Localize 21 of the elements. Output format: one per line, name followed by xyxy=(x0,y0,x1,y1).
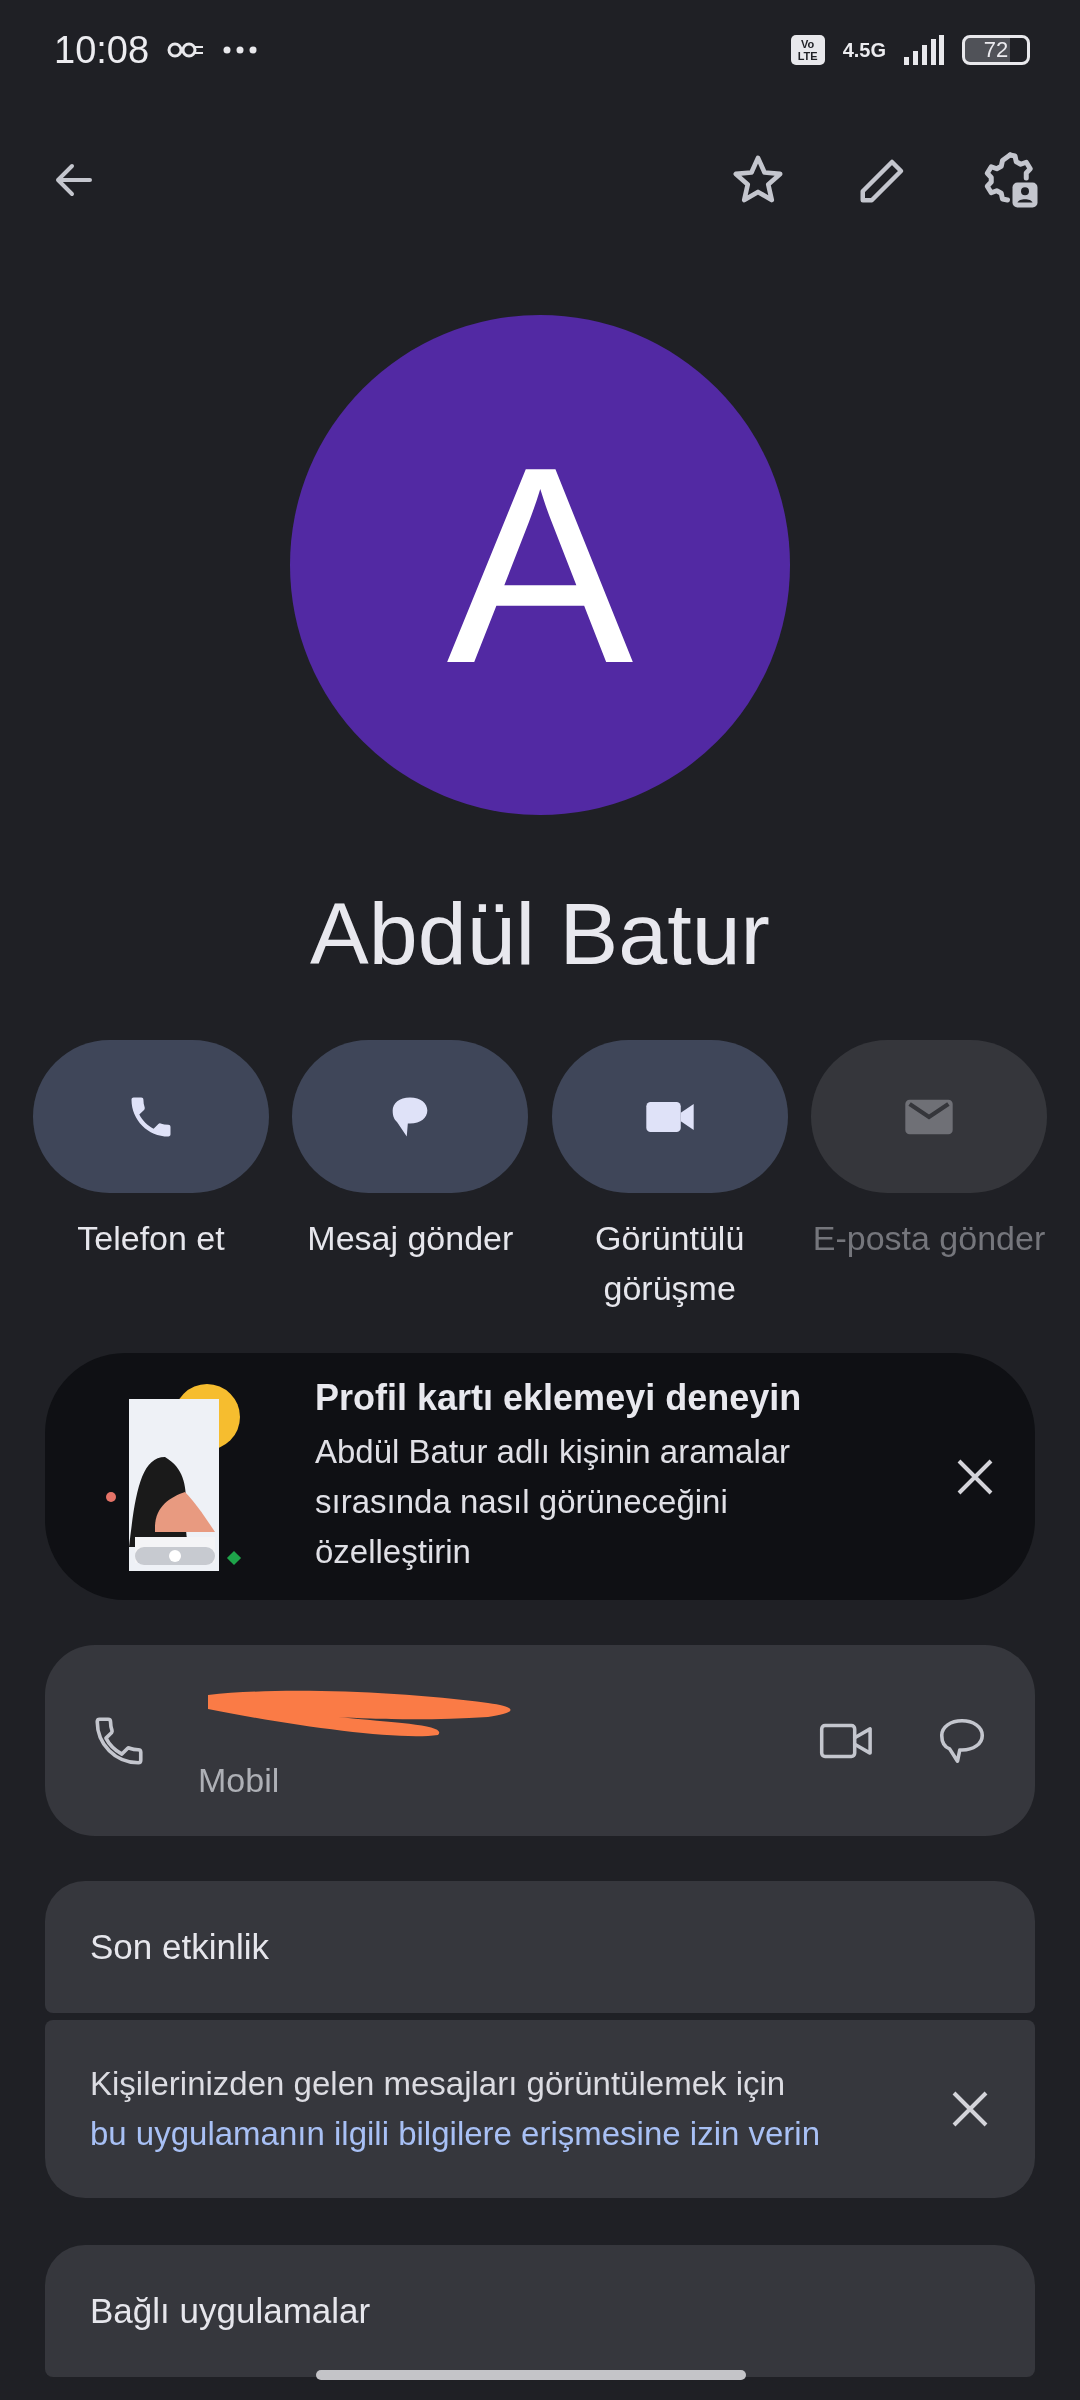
more-dots-icon xyxy=(223,46,258,54)
permission-text: Kişilerinizden gelen mesajları görüntülemek için bu uygulamanın ilgili bilgilere erişmesine izin verin xyxy=(90,2059,910,2159)
section-title: Son etkinlik xyxy=(90,1927,269,1967)
permission-link[interactable]: bu uygulamanın ilgili bilgilere erişmesine izin verin xyxy=(90,2109,910,2159)
action-label: Telefon et xyxy=(77,1218,225,1259)
action-label: Mesaj gönder xyxy=(307,1218,514,1259)
section-title: Bağlı uygulamalar xyxy=(90,2291,371,2331)
contact-name: Abdül Batur xyxy=(309,883,771,985)
promo-title: Profil kartı eklemeyi deneyin xyxy=(315,1376,803,1419)
phone-type: Mobil xyxy=(198,1761,281,1800)
network-type: 4.5G xyxy=(842,38,886,62)
avatar: A xyxy=(290,315,790,815)
status-time: 10:08 xyxy=(54,28,150,72)
close-button[interactable] xyxy=(950,2089,990,2129)
action-label: Görüntülü görüşme xyxy=(594,1218,746,1309)
battery-level: 72 xyxy=(962,35,1030,65)
promo-text: Abdül Batur adlı kişinin aramalar sırasında nasıl görüneceğini özelleştirin xyxy=(315,1431,792,1572)
action-label: E-posta gönder xyxy=(812,1218,1046,1259)
signal-icon xyxy=(904,35,944,65)
volte-badge: Vo LTE xyxy=(790,35,825,65)
phone-card[interactable]: Mobil xyxy=(45,1645,1035,1836)
